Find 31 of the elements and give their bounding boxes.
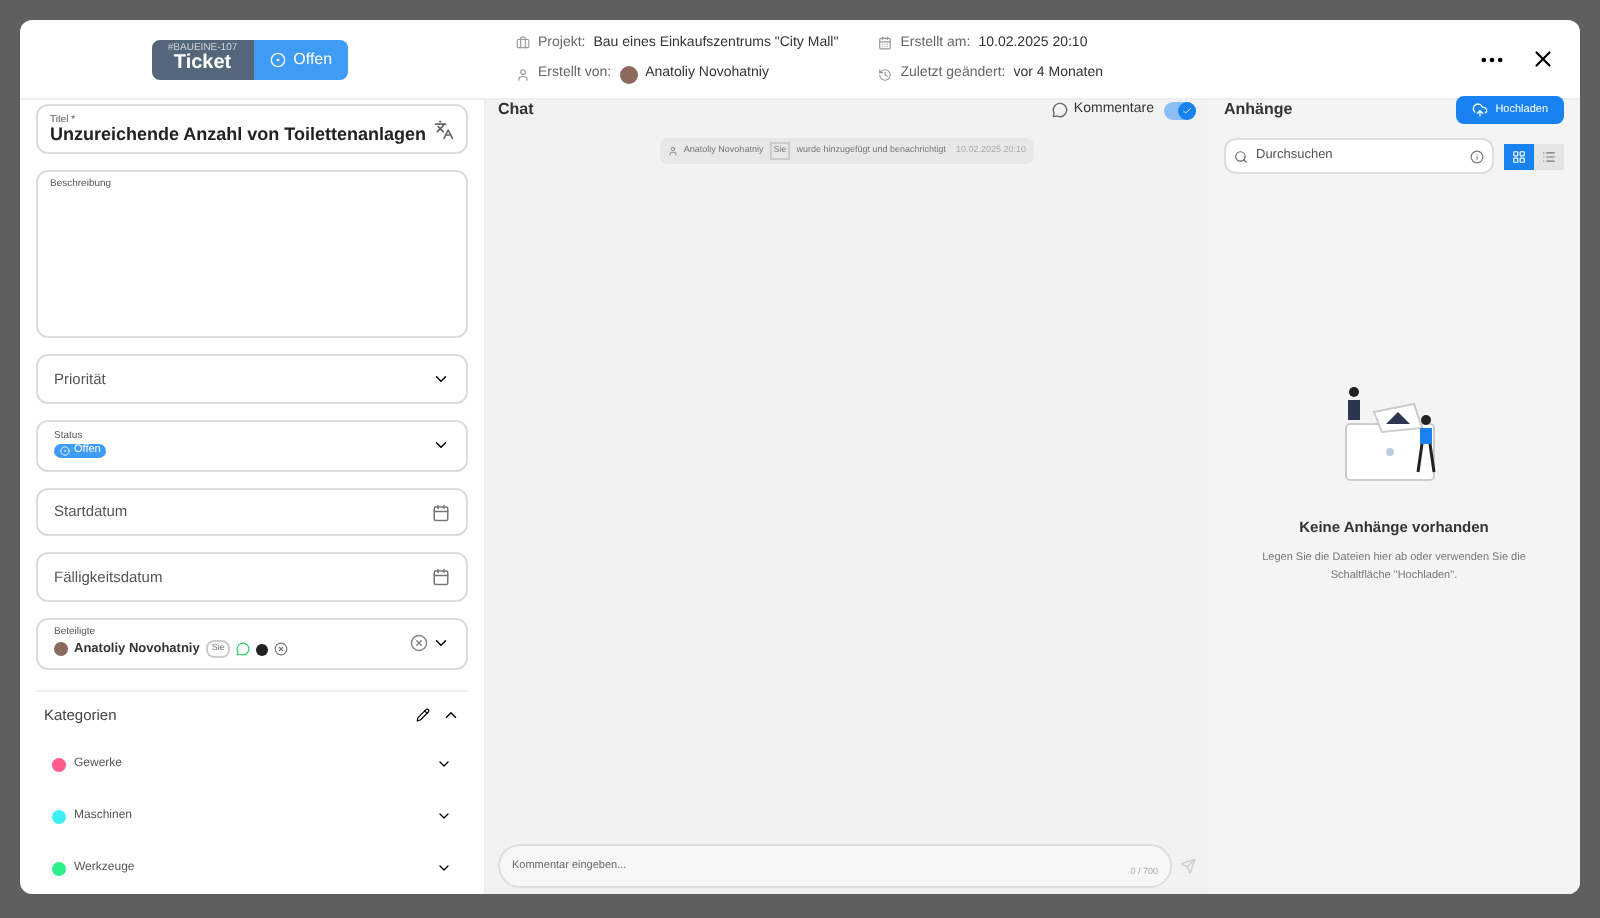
comments-toggle[interactable]: [1164, 101, 1196, 119]
check-icon: [1182, 105, 1192, 115]
list-icon: [1542, 149, 1556, 163]
calendar-icon: [878, 36, 893, 51]
cloud-upload-icon: [1471, 102, 1488, 118]
user-icon: [516, 67, 530, 82]
view-toggle[interactable]: [1534, 143, 1564, 169]
briefcase-icon: [516, 36, 530, 51]
calendar-icon: [432, 503, 450, 522]
status-icon: [60, 446, 70, 457]
clear-icon[interactable]: [410, 634, 428, 653]
chat-title: Chat: [498, 98, 536, 122]
chat-bubble-icon: [236, 642, 251, 657]
info-icon: [1470, 149, 1484, 163]
search-icon: [1234, 149, 1248, 163]
pencil-icon[interactable]: [416, 708, 430, 723]
title-value: Unzureichende Anzahl von Toilettenanlagen: [50, 125, 429, 144]
status-icon: [269, 51, 286, 67]
avatar: [619, 65, 638, 84]
close-icon[interactable]: [1530, 46, 1556, 72]
view-toggle[interactable]: [1504, 143, 1534, 169]
history-icon: [878, 67, 893, 82]
calendar-icon: [432, 567, 450, 586]
grid-icon: [1512, 149, 1526, 163]
round-icon: [256, 643, 269, 656]
comment-icon: [1051, 102, 1068, 118]
avatar: [54, 642, 68, 657]
remove-icon[interactable]: [274, 642, 289, 657]
attachments-title: Anhänge: [1224, 98, 1295, 122]
translate-icon: [434, 119, 454, 140]
user-icon: [667, 145, 678, 156]
